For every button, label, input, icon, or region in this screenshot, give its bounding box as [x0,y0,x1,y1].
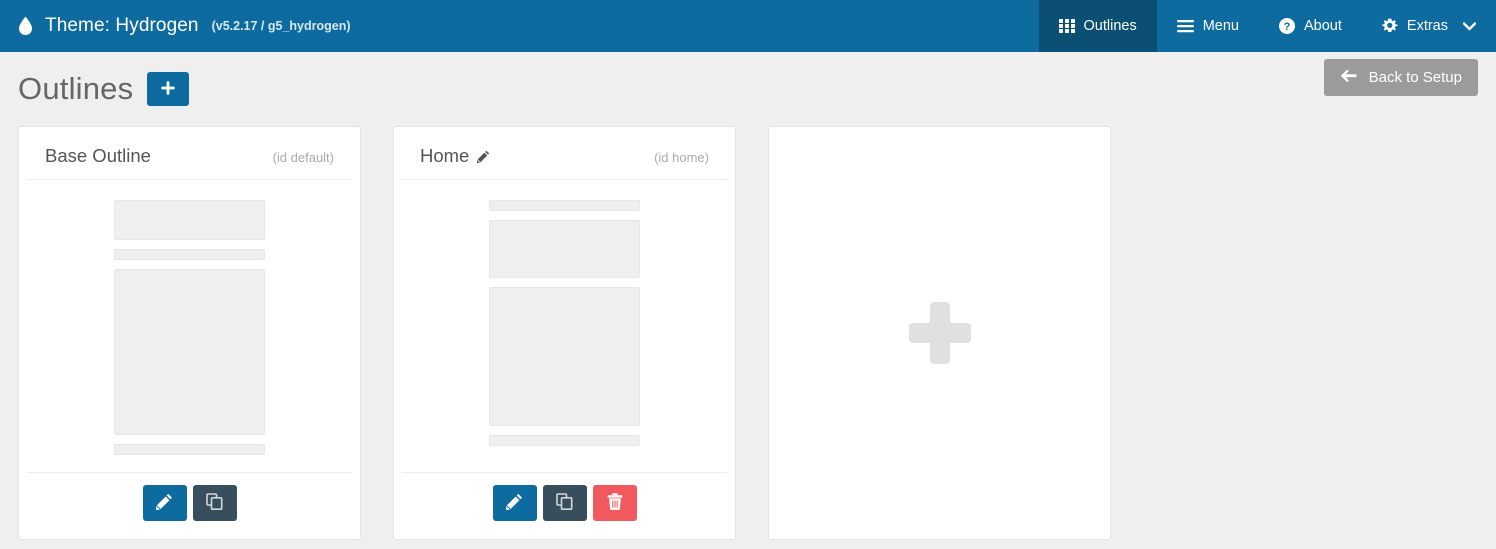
rename-outline-pencil-icon[interactable] [477,150,490,163]
duplicate-outline-button[interactable] [192,485,237,521]
edit-outline-button[interactable] [142,485,187,521]
pencil-icon [506,493,523,513]
nav-label-outlines: Outlines [1083,18,1137,34]
add-outline-button[interactable] [147,72,190,106]
outline-name: Base Outline [45,145,151,166]
nav-item-outlines[interactable]: Outlines [1038,0,1157,52]
nav-item-extras[interactable]: Extras [1362,0,1496,52]
outline-name: Home [420,145,470,166]
nav-label-extras: Extras [1406,18,1448,34]
page-title: Outlines [18,71,134,106]
preview-block [489,287,640,426]
preview-block [114,249,265,260]
copy-icon [556,493,573,513]
outline-card-base: Base Outline (id default) [18,126,361,540]
hamburger-icon [1176,19,1194,33]
back-to-setup-button[interactable]: Back to Setup [1323,59,1478,96]
outline-card-add-new[interactable] [768,126,1111,540]
edit-outline-button[interactable] [492,485,537,521]
question-circle-icon: ? [1279,18,1295,34]
outline-id: (id default) [272,150,334,165]
duplicate-outline-button[interactable] [542,485,587,521]
nav-item-about[interactable]: ? About [1259,0,1362,52]
nav-item-menu[interactable]: Menu [1157,0,1259,52]
grid-icon [1058,18,1075,34]
back-to-setup-label: Back to Setup [1368,69,1462,86]
outline-card-actions [27,472,352,539]
outline-card-header: Base Outline (id default) [27,127,352,180]
outlines-grid: Base Outline (id default) Home (id home) [0,126,1496,540]
arrow-left-icon [1340,69,1357,87]
preview-block [114,444,265,455]
outline-card-header: Home (id home) [402,127,727,180]
top-nav-items: Outlines Menu ? About Extras [1038,0,1496,52]
outline-layout-preview [394,180,735,472]
outline-id: (id home) [654,150,709,165]
app-version: (v5.2.17 / g5_hydrogen) [211,19,351,33]
delete-outline-button[interactable] [592,485,637,521]
brand: Theme: Hydrogen (v5.2.17 / g5_hydrogen) [0,0,351,52]
trash-icon [607,493,623,513]
nav-label-about: About [1304,18,1342,34]
preview-block [489,435,640,446]
chevron-down-icon [1463,21,1476,31]
outline-name-wrapper: Home [420,145,490,167]
plus-icon [908,302,971,364]
outline-card-home: Home (id home) [393,126,736,540]
gear-icon [1382,18,1398,34]
pencil-icon [156,493,173,513]
top-navigation-bar: Theme: Hydrogen (v5.2.17 / g5_hydrogen) … [0,0,1496,52]
svg-text:?: ? [1284,21,1291,33]
preview-block [489,220,640,278]
preview-block [114,269,265,435]
nav-label-menu: Menu [1202,18,1239,34]
tint-drop-icon [16,15,34,37]
plus-icon [161,80,175,98]
outline-card-actions [402,472,727,539]
app-title: Theme: Hydrogen [45,15,199,36]
preview-block [114,200,265,240]
preview-block [489,200,640,211]
outline-layout-preview [19,180,360,472]
copy-icon [206,493,223,513]
page-header: Outlines Back to Setup [0,52,1496,126]
